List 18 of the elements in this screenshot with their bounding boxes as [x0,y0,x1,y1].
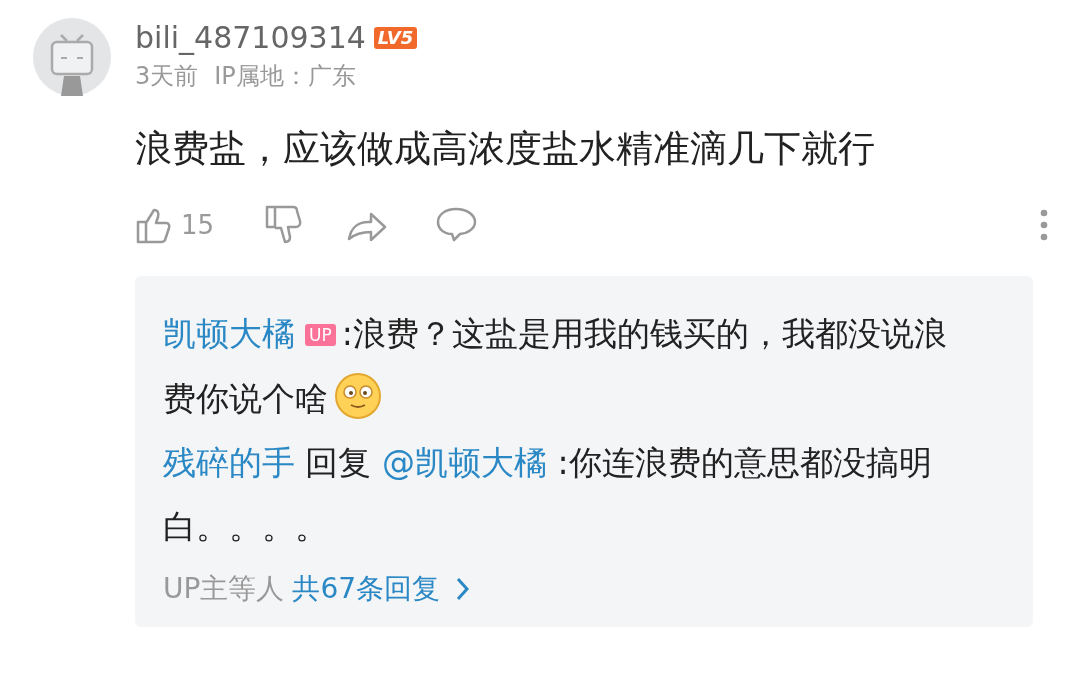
like-button[interactable]: 15 [135,205,215,245]
reply-author[interactable]: 残碎的手 [163,443,295,482]
more-replies-link[interactable]: 共67条回复 [292,559,441,619]
level-badge: LV5 [373,27,418,49]
reply-author[interactable]: 凯顿大橘 [163,314,295,353]
comment-text: 浪费盐，应该做成高浓度盐水精准滴几下就行 [135,126,876,172]
timestamp: 3天前 [135,61,199,92]
username[interactable]: bili_487109314 [135,18,366,58]
reply-text: 凯顿大橘 $^{UP}$ :浪费？这盐是用我的钱买的，我都没说浪费你说个啥 [163,313,948,422]
ip-location: IP属地：广东 [214,61,356,92]
more-options-icon[interactable] [1040,209,1048,241]
uploader-badge: UP [305,324,336,346]
reply-summary: UP主等人 [163,571,285,607]
avatar-icon[interactable] [33,18,111,96]
chevron-right-icon[interactable] [454,576,471,602]
reply-text: 残碎的手 回复 @凯顿大橘 :你连浪费的意思都没搞明白。。。。 [163,442,933,548]
mention-link[interactable]: @凯顿大橘 [382,443,547,482]
like-count: 15 [181,208,215,242]
